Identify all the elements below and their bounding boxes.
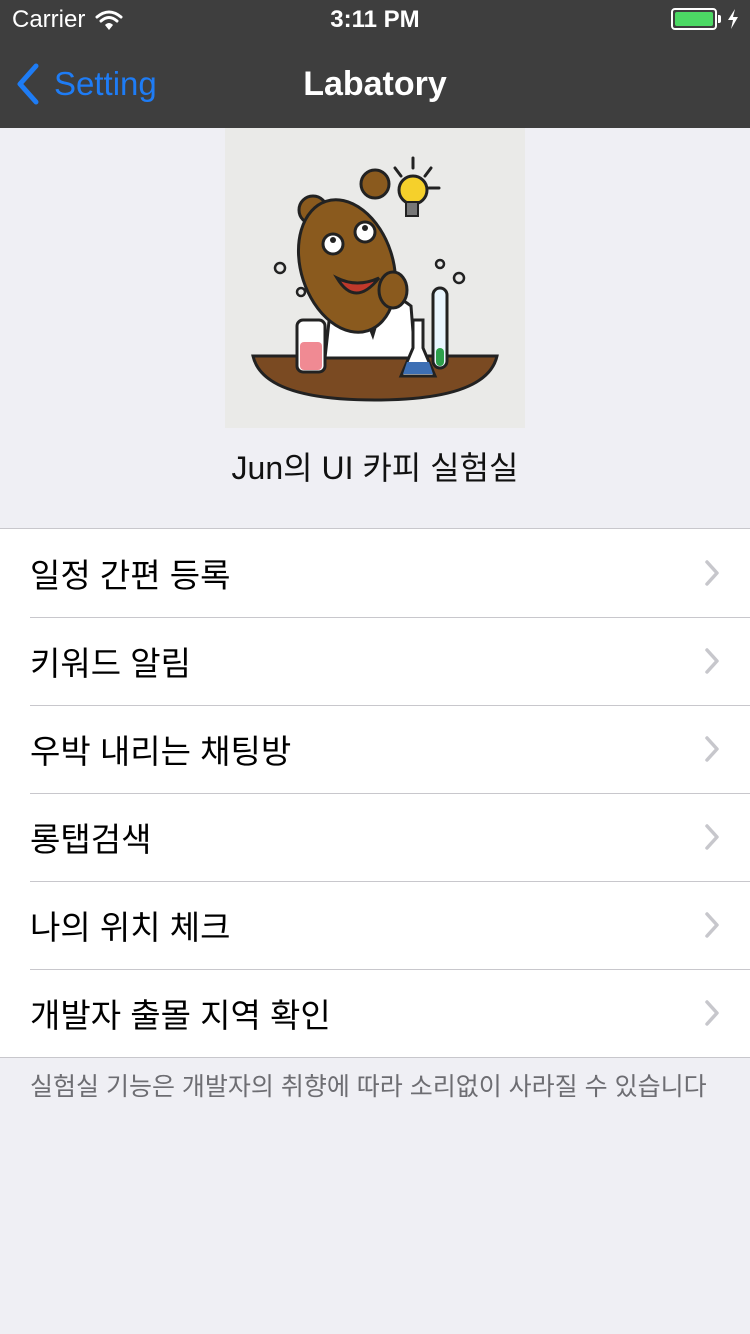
menu-item-developer-area-check[interactable]: 개발자 출몰 지역 확인 — [0, 969, 750, 1057]
menu-item-label: 키워드 알림 — [30, 645, 191, 682]
chevron-right-icon — [705, 824, 719, 850]
chevron-right-icon — [705, 1000, 719, 1026]
status-bar: Carrier 3:11 PM — [0, 0, 750, 40]
status-time: 3:11 PM — [330, 6, 420, 33]
page-title: Labatory — [303, 65, 447, 103]
header-title: Jun의 UI 카피 실험실 — [231, 450, 519, 486]
menu-item-my-location-check[interactable]: 나의 위치 체크 — [0, 881, 750, 969]
chevron-right-icon — [705, 912, 719, 938]
menu-item-label: 우박 내리는 채팅방 — [30, 733, 292, 770]
menu-item-label: 롱탭검색 — [30, 821, 152, 858]
menu-item-label: 나의 위치 체크 — [30, 909, 231, 946]
navigation-bar: Setting Labatory — [0, 40, 750, 128]
footer-note: 실험실 기능은 개발자의 취향에 따라 소리없이 사라질 수 있습니다 — [30, 1073, 707, 1101]
menu-item-schedule-quick-register[interactable]: 일정 간편 등록 — [0, 529, 750, 617]
battery-icon — [671, 8, 717, 30]
chevron-right-icon — [705, 648, 719, 674]
charging-bolt-icon — [728, 9, 738, 29]
menu-item-long-tap-search[interactable]: 롱탭검색 — [0, 793, 750, 881]
menu-list: 일정 간편 등록 키워드 알림 우박 내리는 채팅방 롱탭검색 나의 위치 체크… — [0, 528, 750, 1058]
menu-item-label: 개발자 출몰 지역 확인 — [30, 997, 331, 1034]
battery-level-fill — [675, 12, 713, 26]
menu-item-label: 일정 간편 등록 — [30, 557, 231, 594]
chevron-right-icon — [705, 736, 719, 762]
illustration-svg — [251, 156, 499, 402]
menu-item-keyword-alert[interactable]: 키워드 알림 — [0, 617, 750, 705]
battery-tip — [718, 15, 721, 23]
menu-item-hail-chatroom[interactable]: 우박 내리는 채팅방 — [0, 705, 750, 793]
chevron-right-icon — [705, 560, 719, 586]
scientist-bear-illustration — [225, 128, 525, 428]
status-right — [671, 8, 740, 30]
